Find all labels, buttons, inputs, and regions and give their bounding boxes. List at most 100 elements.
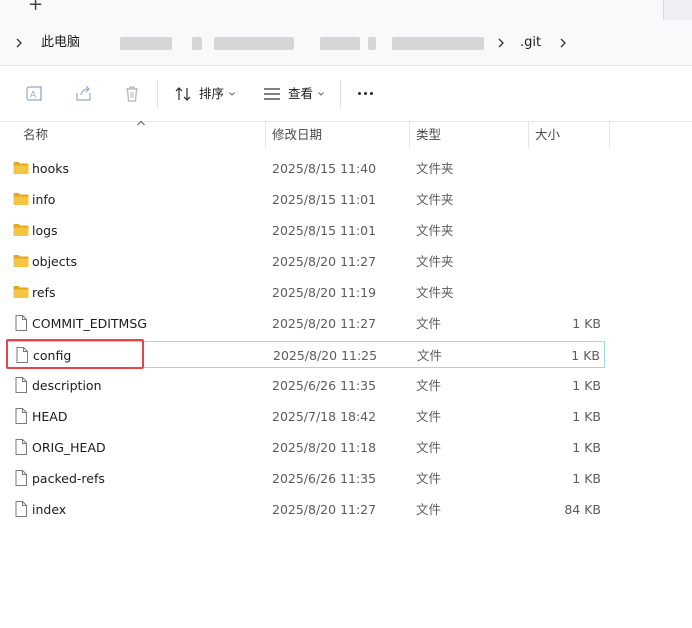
folder-icon xyxy=(13,255,29,267)
file-name: objects xyxy=(32,254,78,269)
file-modified-date: 2025/8/20 11:18 xyxy=(272,440,377,455)
toolbar-divider xyxy=(157,80,158,108)
file-name: ORIG_HEAD xyxy=(32,440,106,455)
redacted-path xyxy=(392,37,484,50)
toolbar-divider xyxy=(340,80,341,108)
column-header-type[interactable]: 类型 xyxy=(410,122,528,148)
view-button[interactable]: 查看 xyxy=(288,87,313,101)
new-tab-button[interactable]: + xyxy=(28,0,43,14)
file-name: refs xyxy=(32,285,56,300)
file-type: 文件夹 xyxy=(416,223,454,238)
folder-icon xyxy=(13,286,29,298)
folder-icon xyxy=(13,224,29,236)
file-size: 1 KB xyxy=(572,409,601,424)
chevron-right-icon[interactable] xyxy=(14,35,24,51)
file-type: 文件夹 xyxy=(416,161,454,176)
file-modified-date: 2025/8/20 11:27 xyxy=(272,316,377,331)
delete-icon[interactable] xyxy=(122,84,142,104)
view-icon[interactable] xyxy=(262,84,282,104)
redacted-path xyxy=(320,37,360,50)
file-type: 文件 xyxy=(417,348,443,363)
file-name: logs xyxy=(32,223,58,238)
file-modified-date: 2025/8/15 11:01 xyxy=(272,192,377,207)
share-icon[interactable] xyxy=(74,84,94,104)
file-row[interactable]: ORIG_HEAD 2025/8/20 11:18 文件 1 KB xyxy=(7,434,605,461)
file-type: 文件夹 xyxy=(416,254,454,269)
file-name: packed-refs xyxy=(32,471,105,486)
file-modified-date: 2025/7/18 18:42 xyxy=(272,409,377,424)
file-modified-date: 2025/8/20 11:19 xyxy=(272,285,377,300)
file-row[interactable]: COMMIT_EDITMSG 2025/8/20 11:27 文件 1 KB xyxy=(7,310,605,337)
file-type: 文件 xyxy=(416,502,442,517)
file-modified-date: 2025/8/20 11:27 xyxy=(272,254,377,269)
file-row[interactable]: logs 2025/8/15 11:01 文件夹 xyxy=(7,217,605,244)
sort-icon[interactable] xyxy=(173,84,193,104)
file-size: 84 KB xyxy=(564,502,601,517)
file-type: 文件 xyxy=(416,471,442,486)
column-header-date[interactable]: 修改日期 xyxy=(266,122,409,148)
file-type: 文件夹 xyxy=(416,192,454,207)
breadcrumb: 此电脑 .git xyxy=(0,20,692,66)
sort-button[interactable]: 排序 xyxy=(199,87,224,101)
redacted-path xyxy=(368,37,376,50)
file-size: 1 KB xyxy=(572,440,601,455)
file-row[interactable]: HEAD 2025/7/18 18:42 文件 1 KB xyxy=(7,403,605,430)
column-header-name[interactable]: 名称 xyxy=(17,122,265,148)
column-header: 名称 修改日期 类型 大小 xyxy=(0,120,692,148)
redacted-path xyxy=(120,37,172,50)
file-row[interactable]: packed-refs 2025/6/26 11:35 文件 1 KB xyxy=(7,465,605,492)
file-size: 1 KB xyxy=(572,378,601,393)
file-row[interactable]: refs 2025/8/20 11:19 文件夹 xyxy=(7,279,605,306)
column-header-size[interactable]: 大小 xyxy=(529,122,609,148)
file-icon xyxy=(15,408,27,424)
active-tab[interactable] xyxy=(0,0,664,20)
redacted-path xyxy=(192,37,202,50)
file-name: info xyxy=(32,192,56,207)
file-name: description xyxy=(32,378,102,393)
file-icon xyxy=(15,439,27,455)
command-bar: A 排序 查看 xyxy=(0,66,692,122)
chevron-down-icon[interactable] xyxy=(228,90,236,98)
file-modified-date: 2025/6/26 11:35 xyxy=(272,378,377,393)
file-size: 1 KB xyxy=(572,316,601,331)
breadcrumb-item-this-pc[interactable]: 此电脑 xyxy=(41,35,80,51)
file-type: 文件 xyxy=(416,316,442,331)
file-modified-date: 2025/8/15 11:40 xyxy=(272,161,377,176)
rename-icon[interactable]: A xyxy=(25,84,45,104)
file-name: COMMIT_EDITMSG xyxy=(32,316,147,331)
file-row[interactable]: index 2025/8/20 11:27 文件 84 KB xyxy=(7,496,605,523)
file-icon xyxy=(15,470,27,486)
folder-icon xyxy=(13,162,29,174)
file-type: 文件 xyxy=(416,440,442,455)
column-divider[interactable] xyxy=(609,122,610,148)
file-type: 文件 xyxy=(416,378,442,393)
file-size: 1 KB xyxy=(572,471,601,486)
chevron-right-icon[interactable] xyxy=(558,35,568,51)
file-name: HEAD xyxy=(32,409,68,424)
file-modified-date: 2025/8/20 11:27 xyxy=(272,502,377,517)
breadcrumb-item-git[interactable]: .git xyxy=(520,35,541,51)
file-row[interactable]: description 2025/6/26 11:35 文件 1 KB xyxy=(7,372,605,399)
chevron-down-icon[interactable] xyxy=(317,90,325,98)
more-icon[interactable] xyxy=(356,92,376,96)
folder-icon xyxy=(13,193,29,205)
file-type: 文件夹 xyxy=(416,285,454,300)
file-type: 文件 xyxy=(416,409,442,424)
file-row[interactable]: info 2025/8/15 11:01 文件夹 xyxy=(7,186,605,213)
file-row[interactable]: objects 2025/8/20 11:27 文件夹 xyxy=(7,248,605,275)
file-row[interactable]: hooks 2025/8/15 11:40 文件夹 xyxy=(7,155,605,182)
file-icon xyxy=(15,315,27,331)
file-modified-date: 2025/8/20 11:25 xyxy=(273,348,378,363)
chevron-right-icon[interactable] xyxy=(496,35,506,51)
svg-text:A: A xyxy=(30,91,37,101)
file-modified-date: 2025/6/26 11:35 xyxy=(272,471,377,486)
file-size: 1 KB xyxy=(571,348,600,363)
file-name: hooks xyxy=(32,161,69,176)
file-icon xyxy=(15,501,27,517)
annotation-highlight-box xyxy=(6,339,144,369)
file-modified-date: 2025/8/15 11:01 xyxy=(272,223,377,238)
redacted-path xyxy=(214,37,294,50)
file-icon xyxy=(15,377,27,393)
tab-strip: + xyxy=(0,0,692,20)
file-name: index xyxy=(32,502,67,517)
